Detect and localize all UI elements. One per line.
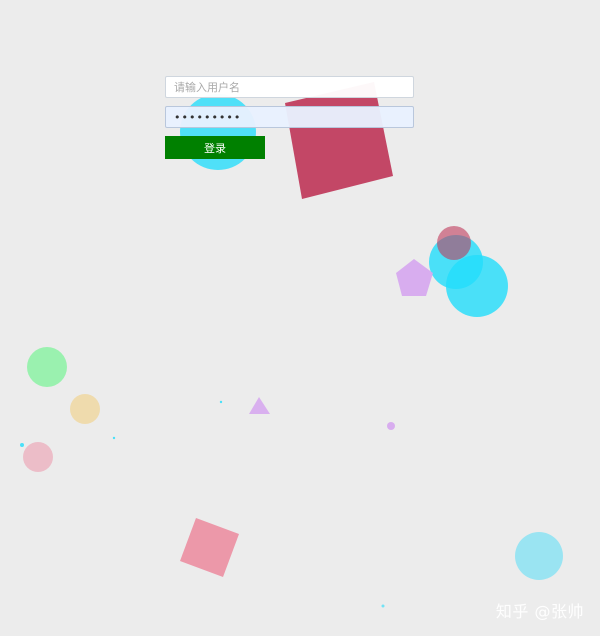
username-input[interactable] <box>165 76 414 98</box>
cyan-dot-shape <box>381 604 385 608</box>
green-circle-shape <box>27 347 67 387</box>
crimson-circle-shape <box>437 226 471 260</box>
cyan-dot-shape <box>112 436 116 440</box>
cyan-dot-shape <box>219 400 223 404</box>
login-button[interactable]: 登录 <box>165 136 265 159</box>
sand-circle-shape <box>70 394 100 424</box>
password-input[interactable] <box>165 106 414 128</box>
cyan-circle-shape <box>446 255 508 317</box>
login-form: 登录 <box>165 76 414 159</box>
rose-square-shape <box>180 518 239 577</box>
cyan-dot-shape <box>20 443 24 447</box>
sky-circle-shape <box>515 532 563 580</box>
violet-triangle-shape <box>249 397 270 414</box>
watermark-text: 知乎 @张帅 <box>495 602 584 621</box>
pink-circle-shape <box>23 442 53 472</box>
violet-pentagon-shape <box>396 259 433 296</box>
violet-dot-shape <box>387 422 395 430</box>
